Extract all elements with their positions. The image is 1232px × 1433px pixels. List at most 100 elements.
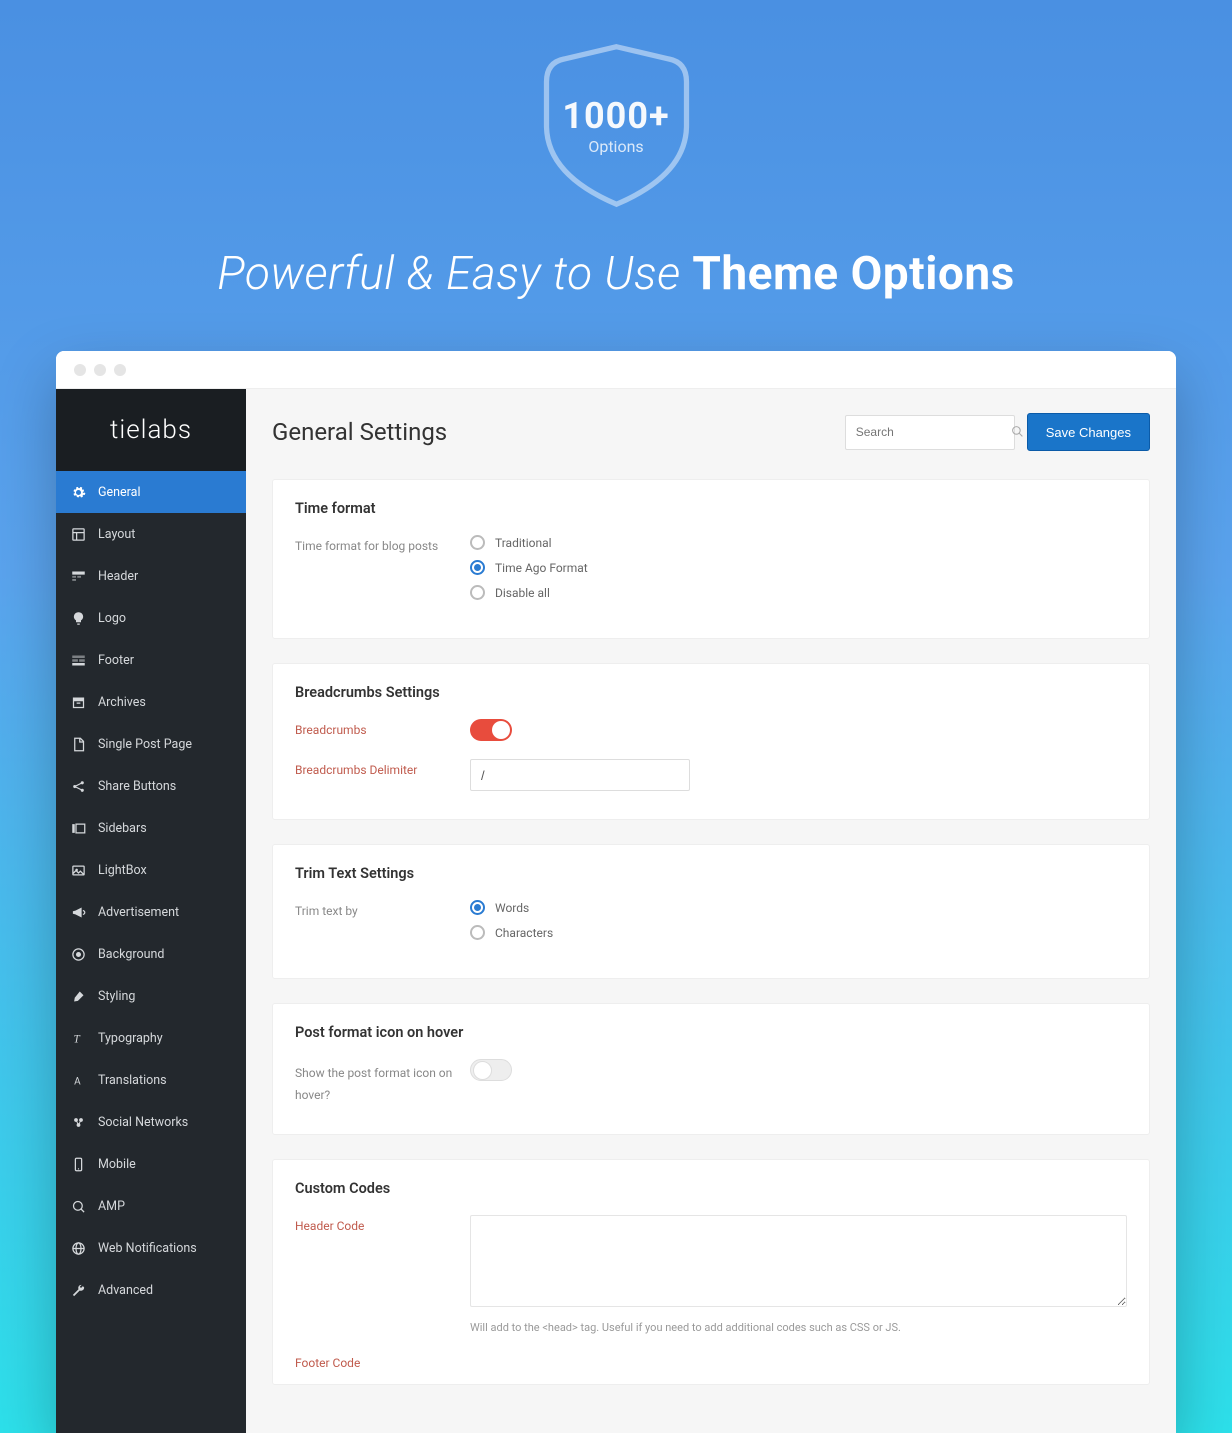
radio-indicator (470, 925, 485, 940)
sidebar-item-advertisement[interactable]: Advertisement (56, 891, 246, 933)
row-label: Breadcrumbs Delimiter (295, 759, 470, 777)
sidebar-item-label: Share Buttons (98, 779, 176, 794)
section-post-format-icon: Post format icon on hover Show the post … (272, 1003, 1150, 1135)
sidebar-item-styling[interactable]: Styling (56, 975, 246, 1017)
section-title: Trim Text Settings (295, 865, 1127, 882)
section-title: Post format icon on hover (295, 1024, 1127, 1041)
radio-option[interactable]: Time Ago Format (470, 560, 1127, 575)
wrench-icon (70, 1282, 86, 1298)
admin-sidebar: tielabs General Layout Header Logo Footer Arc… (56, 389, 246, 1433)
radio-indicator (470, 585, 485, 600)
sidebars-icon (70, 820, 86, 836)
radio-label: Time Ago Format (495, 561, 588, 575)
traffic-light-dot (114, 364, 126, 376)
radio-option[interactable]: Words (470, 900, 1127, 915)
archive-icon (70, 694, 86, 710)
social-icon (70, 1114, 86, 1130)
sidebar-item-share-buttons[interactable]: Share Buttons (56, 765, 246, 807)
sidebar-item-label: Translations (98, 1073, 167, 1088)
radio-label: Words (495, 901, 529, 915)
mobile-icon (70, 1156, 86, 1172)
logo: tielabs (56, 389, 246, 471)
sidebar-item-label: Advanced (98, 1283, 153, 1298)
row-label: Time format for blog posts (295, 535, 470, 553)
section-trim-text: Trim Text Settings Trim text by Words Cha… (272, 844, 1150, 979)
sidebar-item-advanced[interactable]: Advanced (56, 1269, 246, 1311)
save-button[interactable]: Save Changes (1027, 413, 1150, 451)
sidebar-item-label: Social Networks (98, 1115, 188, 1130)
sidebar-item-label: Styling (98, 989, 135, 1004)
browser-frame: tielabs General Layout Header Logo Footer Arc… (56, 351, 1176, 1433)
sidebar-item-single-post-page[interactable]: Single Post Page (56, 723, 246, 765)
sidebar-item-label: AMP (98, 1199, 125, 1214)
sidebar-item-typography[interactable]: TTypography (56, 1017, 246, 1059)
sidebar-item-lightbox[interactable]: LightBox (56, 849, 246, 891)
radio-option[interactable]: Traditional (470, 535, 1127, 550)
shield-number: 1000+ (562, 95, 669, 137)
post-format-icon-toggle[interactable] (470, 1059, 512, 1081)
sidebar-item-amp[interactable]: AMP (56, 1185, 246, 1227)
bulb-icon (70, 610, 86, 626)
breadcrumbs-toggle[interactable] (470, 719, 512, 741)
sidebar-item-label: Footer (98, 653, 134, 668)
lightbox-icon (70, 862, 86, 878)
section-title: Breadcrumbs Settings (295, 684, 1127, 701)
layout-icon (70, 526, 86, 542)
sidebar-item-web-notifications[interactable]: Web Notifications (56, 1227, 246, 1269)
search-box[interactable] (845, 415, 1015, 450)
sidebar-item-label: Advertisement (98, 905, 179, 920)
footer-icon (70, 652, 86, 668)
sidebar-item-label: Mobile (98, 1157, 136, 1172)
radio-label: Characters (495, 926, 553, 940)
sidebar-item-header[interactable]: Header (56, 555, 246, 597)
background-icon (70, 946, 86, 962)
row-label: Show the post format icon on hover? (295, 1059, 470, 1106)
logo-text: tielabs (110, 415, 192, 445)
sidebar-item-mobile[interactable]: Mobile (56, 1143, 246, 1185)
sidebar-item-translations[interactable]: ATranslations (56, 1059, 246, 1101)
radio-label: Traditional (495, 536, 552, 550)
traffic-light-dot (74, 364, 86, 376)
row-label: Header Code (295, 1215, 470, 1233)
sidebar-item-general[interactable]: General (56, 471, 246, 513)
typography-icon: T (70, 1030, 86, 1046)
section-time-format: Time format Time format for blog posts T… (272, 479, 1150, 639)
sidebar-item-label: Header (98, 569, 138, 584)
sidebar-item-label: Logo (98, 611, 126, 626)
field-hint: Will add to the <head> tag. Useful if yo… (470, 1321, 1127, 1334)
brush-icon (70, 988, 86, 1004)
section-title: Custom Codes (295, 1180, 1127, 1197)
sidebar-item-label: Archives (98, 695, 146, 710)
section-title: Time format (295, 500, 1127, 517)
sidebar-item-social-networks[interactable]: Social Networks (56, 1101, 246, 1143)
sidebar-item-label: Layout (98, 527, 135, 542)
sidebar-item-label: Sidebars (98, 821, 147, 836)
megaphone-icon (70, 904, 86, 920)
search-input[interactable] (856, 425, 1011, 439)
sidebar-item-footer[interactable]: Footer (56, 639, 246, 681)
tagline-strong: Theme Options (692, 247, 1014, 301)
sidebar-item-layout[interactable]: Layout (56, 513, 246, 555)
shield-badge: 1000+ Options (529, 38, 704, 213)
radio-option[interactable]: Disable all (470, 585, 1127, 600)
sidebar-item-background[interactable]: Background (56, 933, 246, 975)
traffic-light-dot (94, 364, 106, 376)
tagline-light: Powerful & Easy to Use (217, 247, 692, 301)
row-label: Trim text by (295, 900, 470, 918)
browser-chrome (56, 351, 1176, 389)
row-label: Footer Code (295, 1352, 470, 1370)
sidebar-item-sidebars[interactable]: Sidebars (56, 807, 246, 849)
gear-icon (70, 484, 86, 500)
hero-tagline: Powerful & Easy to Use Theme Options (0, 247, 1232, 301)
sidebar-item-logo[interactable]: Logo (56, 597, 246, 639)
radio-option[interactable]: Characters (470, 925, 1127, 940)
sidebar-item-archives[interactable]: Archives (56, 681, 246, 723)
sidebar-item-label: Single Post Page (98, 737, 192, 752)
search-icon (1011, 423, 1024, 442)
header-icon (70, 568, 86, 584)
header-code-textarea[interactable] (470, 1215, 1127, 1307)
breadcrumbs-delimiter-input[interactable] (470, 759, 690, 791)
share-icon (70, 778, 86, 794)
sidebar-item-label: Background (98, 947, 164, 962)
page-icon (70, 736, 86, 752)
